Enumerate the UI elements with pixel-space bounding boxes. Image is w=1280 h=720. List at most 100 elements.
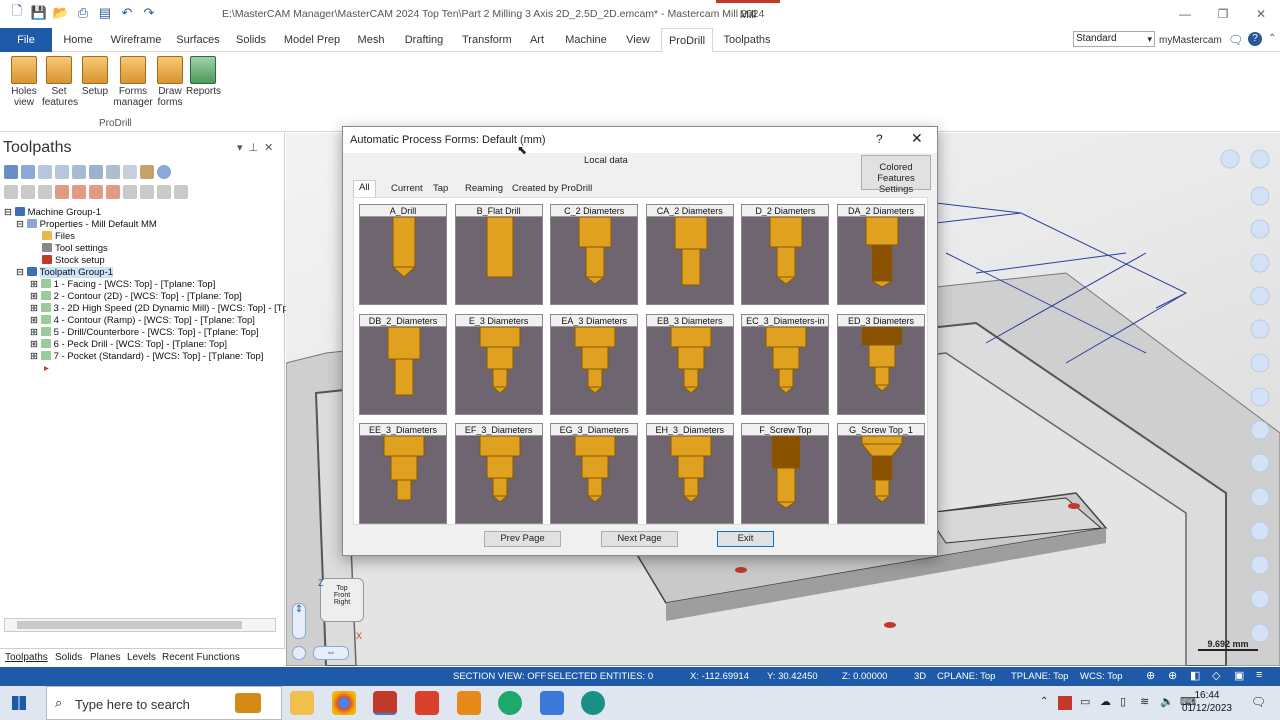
scroll-arrow-icon[interactable]	[106, 185, 120, 199]
tree-node-files[interactable]: Files	[42, 231, 75, 243]
draw-forms-button[interactable]: Draw forms	[153, 56, 187, 108]
vertical-pan-control[interactable]: ⇕	[292, 603, 306, 639]
exit-button[interactable]: Exit	[717, 531, 774, 547]
comment-icon[interactable]: 🗨	[1228, 33, 1243, 47]
highfeed-icon[interactable]	[140, 165, 154, 179]
set-features-button[interactable]: Set features	[42, 56, 78, 108]
form-card[interactable]: A_Drill	[359, 204, 447, 305]
tab-view[interactable]: View	[624, 28, 652, 52]
tree-node-op-2[interactable]: ⊞ 2 - Contour (2D) - [WCS: Top] - [Tplan…	[30, 291, 242, 303]
simulate-icon[interactable]	[106, 165, 120, 179]
view-cube-front[interactable]: Front	[321, 592, 363, 599]
bottom-tab-recent-functions[interactable]: Recent Functions	[162, 652, 240, 663]
form-card[interactable]: CA_2 Diameters	[645, 204, 734, 305]
tree-node-op-7[interactable]: ⊞ 7 - Pocket (Standard) - [WCS: Top] - […	[30, 351, 263, 363]
tray-folder-icon[interactable]: ▭	[1080, 695, 1090, 708]
forms-manager-button[interactable]: Forms manager	[113, 56, 153, 108]
print-preview-icon[interactable]: ▤	[96, 4, 114, 22]
form-card[interactable]: EC_3_Diameters-in	[741, 313, 830, 415]
wcs-status[interactable]: WCS: Top	[1080, 671, 1123, 682]
prev-page-button[interactable]: Prev Page	[484, 531, 561, 547]
form-card[interactable]: DA_2 Diameters	[837, 204, 925, 305]
verify-icon[interactable]	[89, 165, 103, 179]
tab-prodrill[interactable]: ProDrill	[661, 28, 713, 53]
regenerate-dirty-icon[interactable]	[55, 165, 69, 179]
horizontal-pan-control[interactable]: ⇔	[313, 646, 349, 660]
mastercam-icon[interactable]	[373, 691, 397, 715]
volume-icon[interactable]: 🔈	[1160, 695, 1174, 708]
tray-chevron-icon[interactable]: ⌃	[1040, 696, 1048, 707]
reports-button[interactable]: Reports	[186, 56, 221, 97]
dialog-tab-created-by-prodrill[interactable]: Created by ProDrill	[507, 182, 597, 197]
form-card[interactable]: EF_3_Diameters	[454, 423, 543, 524]
tab-wireframe[interactable]: Wireframe	[110, 28, 162, 52]
app-icon[interactable]	[457, 691, 481, 715]
cplane-status[interactable]: CPLANE: Top	[937, 671, 995, 682]
selected-entities-status[interactable]: SELECTED ENTITIES: 0	[547, 671, 653, 682]
tab-surfaces[interactable]: Surfaces	[176, 28, 220, 52]
tab-art[interactable]: Art	[526, 28, 548, 52]
tree-node-op-6[interactable]: ⊞ 6 - Peck Drill - [WCS: Top] - [Tplane:…	[30, 339, 227, 351]
filter-icon[interactable]	[157, 185, 171, 199]
line-style-icon[interactable]: ≡	[1256, 669, 1262, 681]
z-coordinate[interactable]: Z: 0.00000	[842, 671, 887, 682]
s-app-icon[interactable]	[498, 691, 522, 715]
form-card[interactable]: EH_3_Diameters	[645, 423, 734, 524]
form-card[interactable]: C_2 Diameters	[550, 204, 639, 305]
dialog-tab-all[interactable]: All	[353, 180, 376, 197]
dialog-help-button[interactable]: ?	[876, 132, 883, 146]
move-up-icon[interactable]	[72, 185, 86, 199]
next-page-button[interactable]: Next Page	[601, 531, 678, 547]
tree-node-op-5[interactable]: ⊞ 5 - Drill/Counterbore - [WCS: Top] - […	[30, 327, 259, 339]
tree-node-toolpath-group[interactable]: ⊟ Toolpath Group-1	[16, 267, 114, 279]
file-explorer-icon[interactable]	[290, 691, 314, 715]
form-card[interactable]: B_Flat Drill	[454, 204, 543, 305]
tab-model-prep[interactable]: Model Prep	[283, 28, 341, 52]
shading-icon[interactable]: ◧	[1190, 669, 1200, 682]
globe-icon[interactable]: ⊕	[1146, 669, 1155, 682]
form-card[interactable]: F_Screw Top	[741, 423, 830, 524]
bottom-tab-solids[interactable]: Solids	[55, 652, 82, 663]
tray-battery-icon[interactable]: ▯	[1120, 695, 1126, 708]
bottom-tab-levels[interactable]: Levels	[127, 652, 156, 663]
view-cube-right[interactable]: Right	[321, 599, 363, 606]
display-mode-select[interactable]: Standard	[1073, 31, 1155, 47]
help-icon[interactable]: ?	[1248, 32, 1262, 46]
single-op-icon[interactable]	[123, 185, 137, 199]
tab-toolpaths[interactable]: Toolpaths	[722, 28, 772, 52]
bottom-tab-toolpaths[interactable]: Toolpaths	[5, 652, 48, 663]
office-icon[interactable]	[415, 691, 439, 715]
tree-node-op-1[interactable]: ⊞ 1 - Facing - [WCS: Top] - [Tplane: Top…	[30, 279, 215, 291]
windows-start-icon[interactable]	[12, 696, 26, 710]
tab-transform[interactable]: Transform	[462, 28, 512, 52]
collapse-ribbon-icon[interactable]: ⌃	[1268, 33, 1276, 44]
form-card[interactable]: EE_3_Diameters	[359, 423, 447, 524]
undo-icon[interactable]: ↶	[118, 4, 136, 22]
tab-file[interactable]: File	[0, 28, 52, 52]
tab-mesh[interactable]: Mesh	[355, 28, 387, 52]
panel-controls[interactable]: ▾⊥✕	[237, 141, 279, 154]
select-all-icon[interactable]	[4, 165, 18, 179]
tree-node-op-4[interactable]: ⊞ 4 - Contour (Ramp) - [WCS: Top] - [Tpl…	[30, 315, 255, 327]
move-down-icon[interactable]	[55, 185, 69, 199]
form-card[interactable]: EB_3 Diameters	[645, 313, 734, 415]
color-icon[interactable]: ▣	[1234, 669, 1244, 682]
tree-node-machine-group[interactable]: ⊟ Machine Group-1	[4, 207, 101, 219]
form-card[interactable]: G_Screw Top_1	[837, 423, 925, 524]
form-card[interactable]: EA_3 Diameters	[550, 313, 639, 415]
backplot-icon[interactable]	[72, 165, 86, 179]
dialog-close-button[interactable]: ✕	[911, 130, 923, 147]
tray-network-icon[interactable]: ☁	[1100, 695, 1111, 708]
holes-view-button[interactable]: Holes view	[7, 56, 41, 108]
new-file-icon[interactable]: 🗋	[8, 3, 26, 22]
mymastercam-link[interactable]: myMastercam	[1159, 35, 1222, 46]
tray-app-icon[interactable]	[1058, 696, 1072, 710]
wifi-icon[interactable]: ≋	[1140, 695, 1149, 708]
tree-node-stock-setup[interactable]: Stock setup	[42, 255, 105, 267]
help-circle-icon[interactable]	[157, 165, 171, 179]
taskbar-search-box[interactable]: ⌕ Type here to search	[46, 686, 282, 720]
redo-icon[interactable]: ↷	[140, 4, 158, 22]
remote-icon[interactable]	[540, 691, 564, 715]
tab-home[interactable]: Home	[58, 28, 98, 52]
toggle-post-icon[interactable]	[38, 185, 52, 199]
